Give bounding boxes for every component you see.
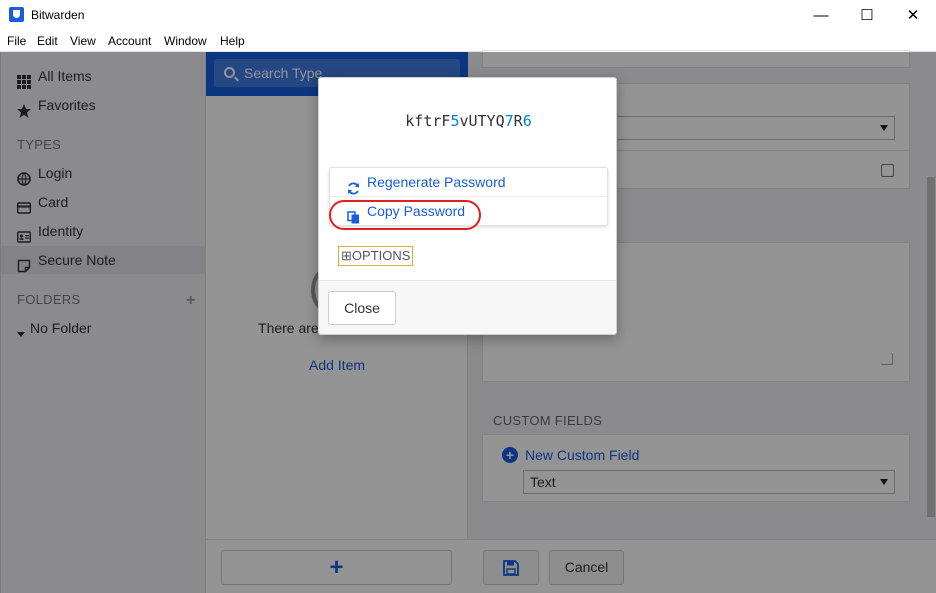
password-generator-modal: kftrF5vUTYQ7R6 Regenerate Password Copy …: [318, 77, 617, 335]
menu-view[interactable]: View: [70, 34, 96, 48]
generated-password: kftrF5vUTYQ7R6: [319, 112, 618, 130]
menu-window[interactable]: Window: [164, 34, 207, 48]
menu-bar: File Edit View Account Window Help: [0, 31, 936, 52]
window-title: Bitwarden: [31, 8, 85, 22]
options-label: OPTIONS: [351, 248, 411, 263]
minimize-button[interactable]: —: [798, 0, 844, 31]
plus-square-icon: ⊞: [341, 248, 352, 263]
password-digit: 7: [504, 112, 514, 130]
annotation-highlight-circle: [329, 200, 481, 230]
menu-help[interactable]: Help: [220, 34, 245, 48]
maximize-button[interactable]: ☐: [844, 0, 890, 31]
menu-edit[interactable]: Edit: [37, 34, 58, 48]
refresh-icon: [347, 176, 360, 195]
menu-file[interactable]: File: [7, 34, 26, 48]
menu-account[interactable]: Account: [108, 34, 151, 48]
options-toggle[interactable]: ⊞OPTIONS: [338, 246, 414, 266]
regenerate-password-label: Regenerate Password: [367, 174, 506, 190]
regenerate-password-button[interactable]: Regenerate Password: [330, 168, 607, 197]
password-segment: R: [513, 112, 523, 130]
close-button[interactable]: Close: [328, 291, 396, 325]
password-segment: kftrF: [405, 112, 451, 130]
close-window-button[interactable]: ✕: [890, 0, 936, 31]
bitwarden-logo-icon: [9, 7, 24, 22]
password-segment: vUTYQ: [459, 112, 505, 130]
password-digit: 6: [522, 112, 532, 130]
title-bar: Bitwarden — ☐ ✕: [0, 0, 936, 31]
